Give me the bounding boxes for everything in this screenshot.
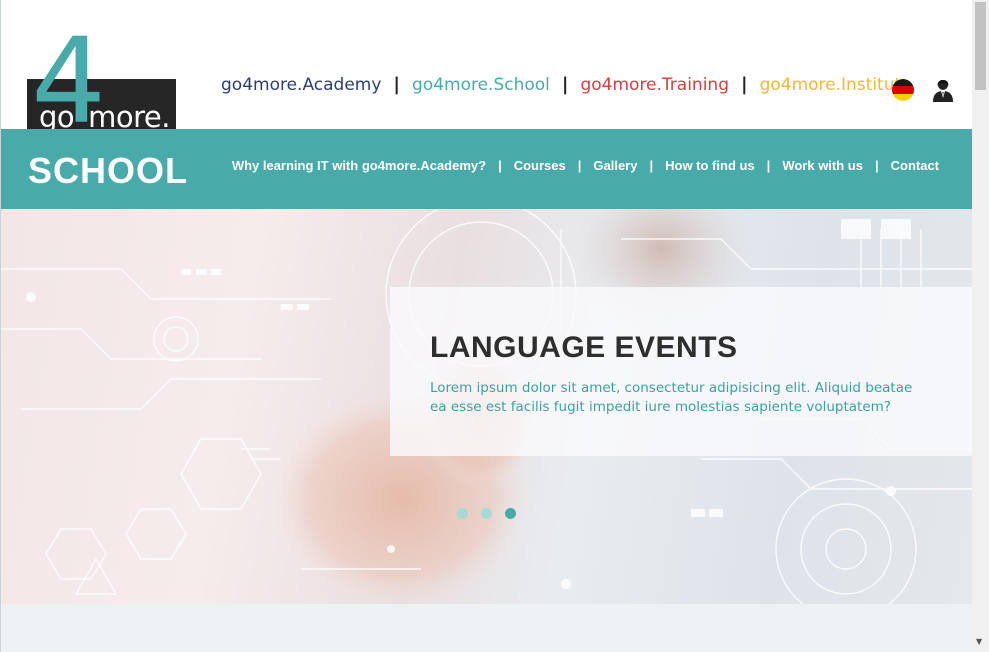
nav-item-gallery[interactable]: Gallery — [593, 158, 637, 173]
site-link-academy[interactable]: go4more.Academy — [221, 75, 381, 95]
slider-dot-3[interactable] — [505, 508, 516, 519]
site-link-separator: | — [741, 74, 748, 95]
hero-caption: LANGUAGE EVENTS Lorem ipsum dolor sit am… — [390, 287, 972, 456]
hero-title: LANGUAGE EVENTS — [430, 331, 738, 364]
scrollbar-thumb[interactable] — [975, 2, 986, 90]
scroll-down-arrow-icon[interactable]: ▼ — [976, 637, 982, 646]
main-nav: Why learning IT with go4more.Academy? | … — [232, 158, 939, 173]
content-section — [1, 604, 972, 652]
hero-slider[interactable]: LANGUAGE EVENTS Lorem ipsum dolor sit am… — [1, 209, 972, 604]
nav-separator: | — [766, 158, 771, 173]
nav-separator: | — [498, 158, 502, 173]
site-link-school[interactable]: go4more.School — [412, 75, 550, 95]
user-icon[interactable] — [932, 78, 954, 102]
site-header: 4 go more. go4more.Academy | go4more.Scho… — [1, 0, 972, 144]
nav-item-contact[interactable]: Contact — [891, 158, 939, 173]
section-title: SCHOOL — [28, 150, 189, 191]
nav-item-how-to-find-us[interactable]: How to find us — [665, 158, 755, 173]
site-link-training[interactable]: go4more.Training — [580, 75, 729, 95]
nav-separator: | — [577, 158, 582, 173]
slider-pagination — [457, 508, 516, 519]
sister-sites-nav: go4more.Academy | go4more.School | go4mo… — [221, 74, 912, 95]
slider-dot-1[interactable] — [457, 508, 468, 519]
site-link-separator: | — [561, 74, 569, 95]
german-flag-icon[interactable] — [892, 79, 914, 101]
nav-item-work-with-us[interactable]: Work with us — [782, 158, 863, 173]
hero-text: Lorem ipsum dolor sit amet, consectetur … — [430, 380, 913, 415]
nav-separator: | — [874, 158, 879, 173]
slider-dot-2[interactable] — [481, 508, 492, 519]
nav-item-why-learning[interactable]: Why learning IT with go4more.Academy? — [232, 158, 486, 173]
nav-separator: | — [649, 158, 654, 173]
site-link-institute[interactable]: go4more.Institute — [760, 75, 912, 95]
site-link-separator: | — [393, 74, 400, 95]
vertical-scrollbar[interactable]: ▼ — [972, 0, 989, 652]
nav-item-courses[interactable]: Courses — [514, 158, 566, 173]
